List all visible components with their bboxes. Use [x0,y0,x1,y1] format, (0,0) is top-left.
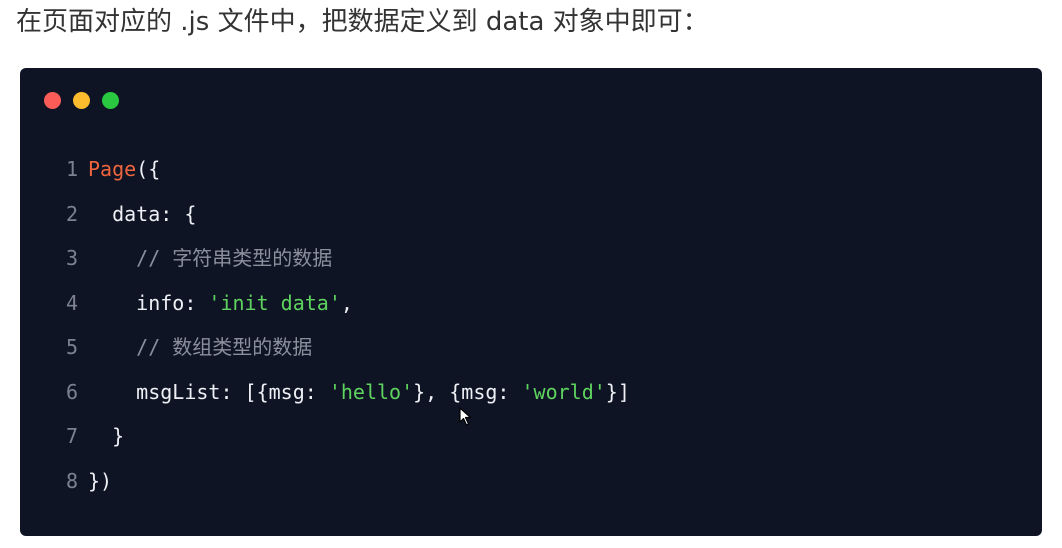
code-token: 'init data' [208,290,341,315]
line-number: 8 [65,468,78,493]
mouse-cursor-icon [459,407,472,426]
code-text: msgList: [{msg: 'hello'}, {msg: 'world'}… [88,370,630,415]
line-number: 2 [65,201,78,226]
code-line: 6 msgList: [{msg: 'hello'}, {msg: 'world… [20,370,1042,415]
code-block: 1 Page({2 data: {3 // 字符串类型的数据 4 info: 'in… [20,68,1042,536]
code-token: // 数组类型的数据 [136,335,313,359]
line-number: 5 [65,335,78,359]
code-text: Page({ [88,147,160,192]
code-token: 'hello' [328,379,414,404]
code-text: // 数组类型的数据 [88,325,312,370]
line-number: 1 [65,157,78,181]
code-token: }, {msg: [413,379,522,404]
code-text: info: 'init data', [88,281,353,326]
code-token: Page [88,157,137,181]
maximize-dot-icon [102,92,119,109]
code-token: }) [88,468,113,493]
code-token: info: [136,290,209,315]
code-text: } [88,414,124,459]
code-token: ({ [136,157,161,181]
code-line: 1 Page({ [20,147,1042,192]
code-lines: 1 Page({2 data: {3 // 字符串类型的数据 4 info: 'in… [20,147,1042,503]
code-token: , [340,290,353,315]
code-token: data: { [112,201,197,226]
line-number: 4 [65,290,78,315]
close-dot-icon [44,92,61,109]
code-line: 5 // 数组类型的数据 [20,325,1042,370]
code-line: 7 } [20,414,1042,459]
code-line: 4 info: 'init data', [20,281,1042,326]
code-line: 2 data: { [20,192,1042,237]
code-token: } [112,424,125,448]
line-number: 6 [65,379,78,404]
code-token: 'world' [521,379,606,404]
code-text: data: { [88,192,196,237]
intro-text: 在页面对应的 .js 文件中，把数据定义到 data 对象中即可： [16,7,709,37]
code-line: 3 // 字符串类型的数据 [20,236,1042,281]
code-line: 8}) [20,459,1042,504]
code-token: }] [605,379,630,404]
code-token: // 字符串类型的数据 [136,246,333,270]
code-text: // 字符串类型的数据 [88,236,332,281]
code-text: }) [88,459,112,504]
minimize-dot-icon [73,92,90,109]
line-number: 7 [65,424,78,448]
code-token: msgList: [{msg: [136,379,329,404]
line-number: 3 [65,246,78,270]
